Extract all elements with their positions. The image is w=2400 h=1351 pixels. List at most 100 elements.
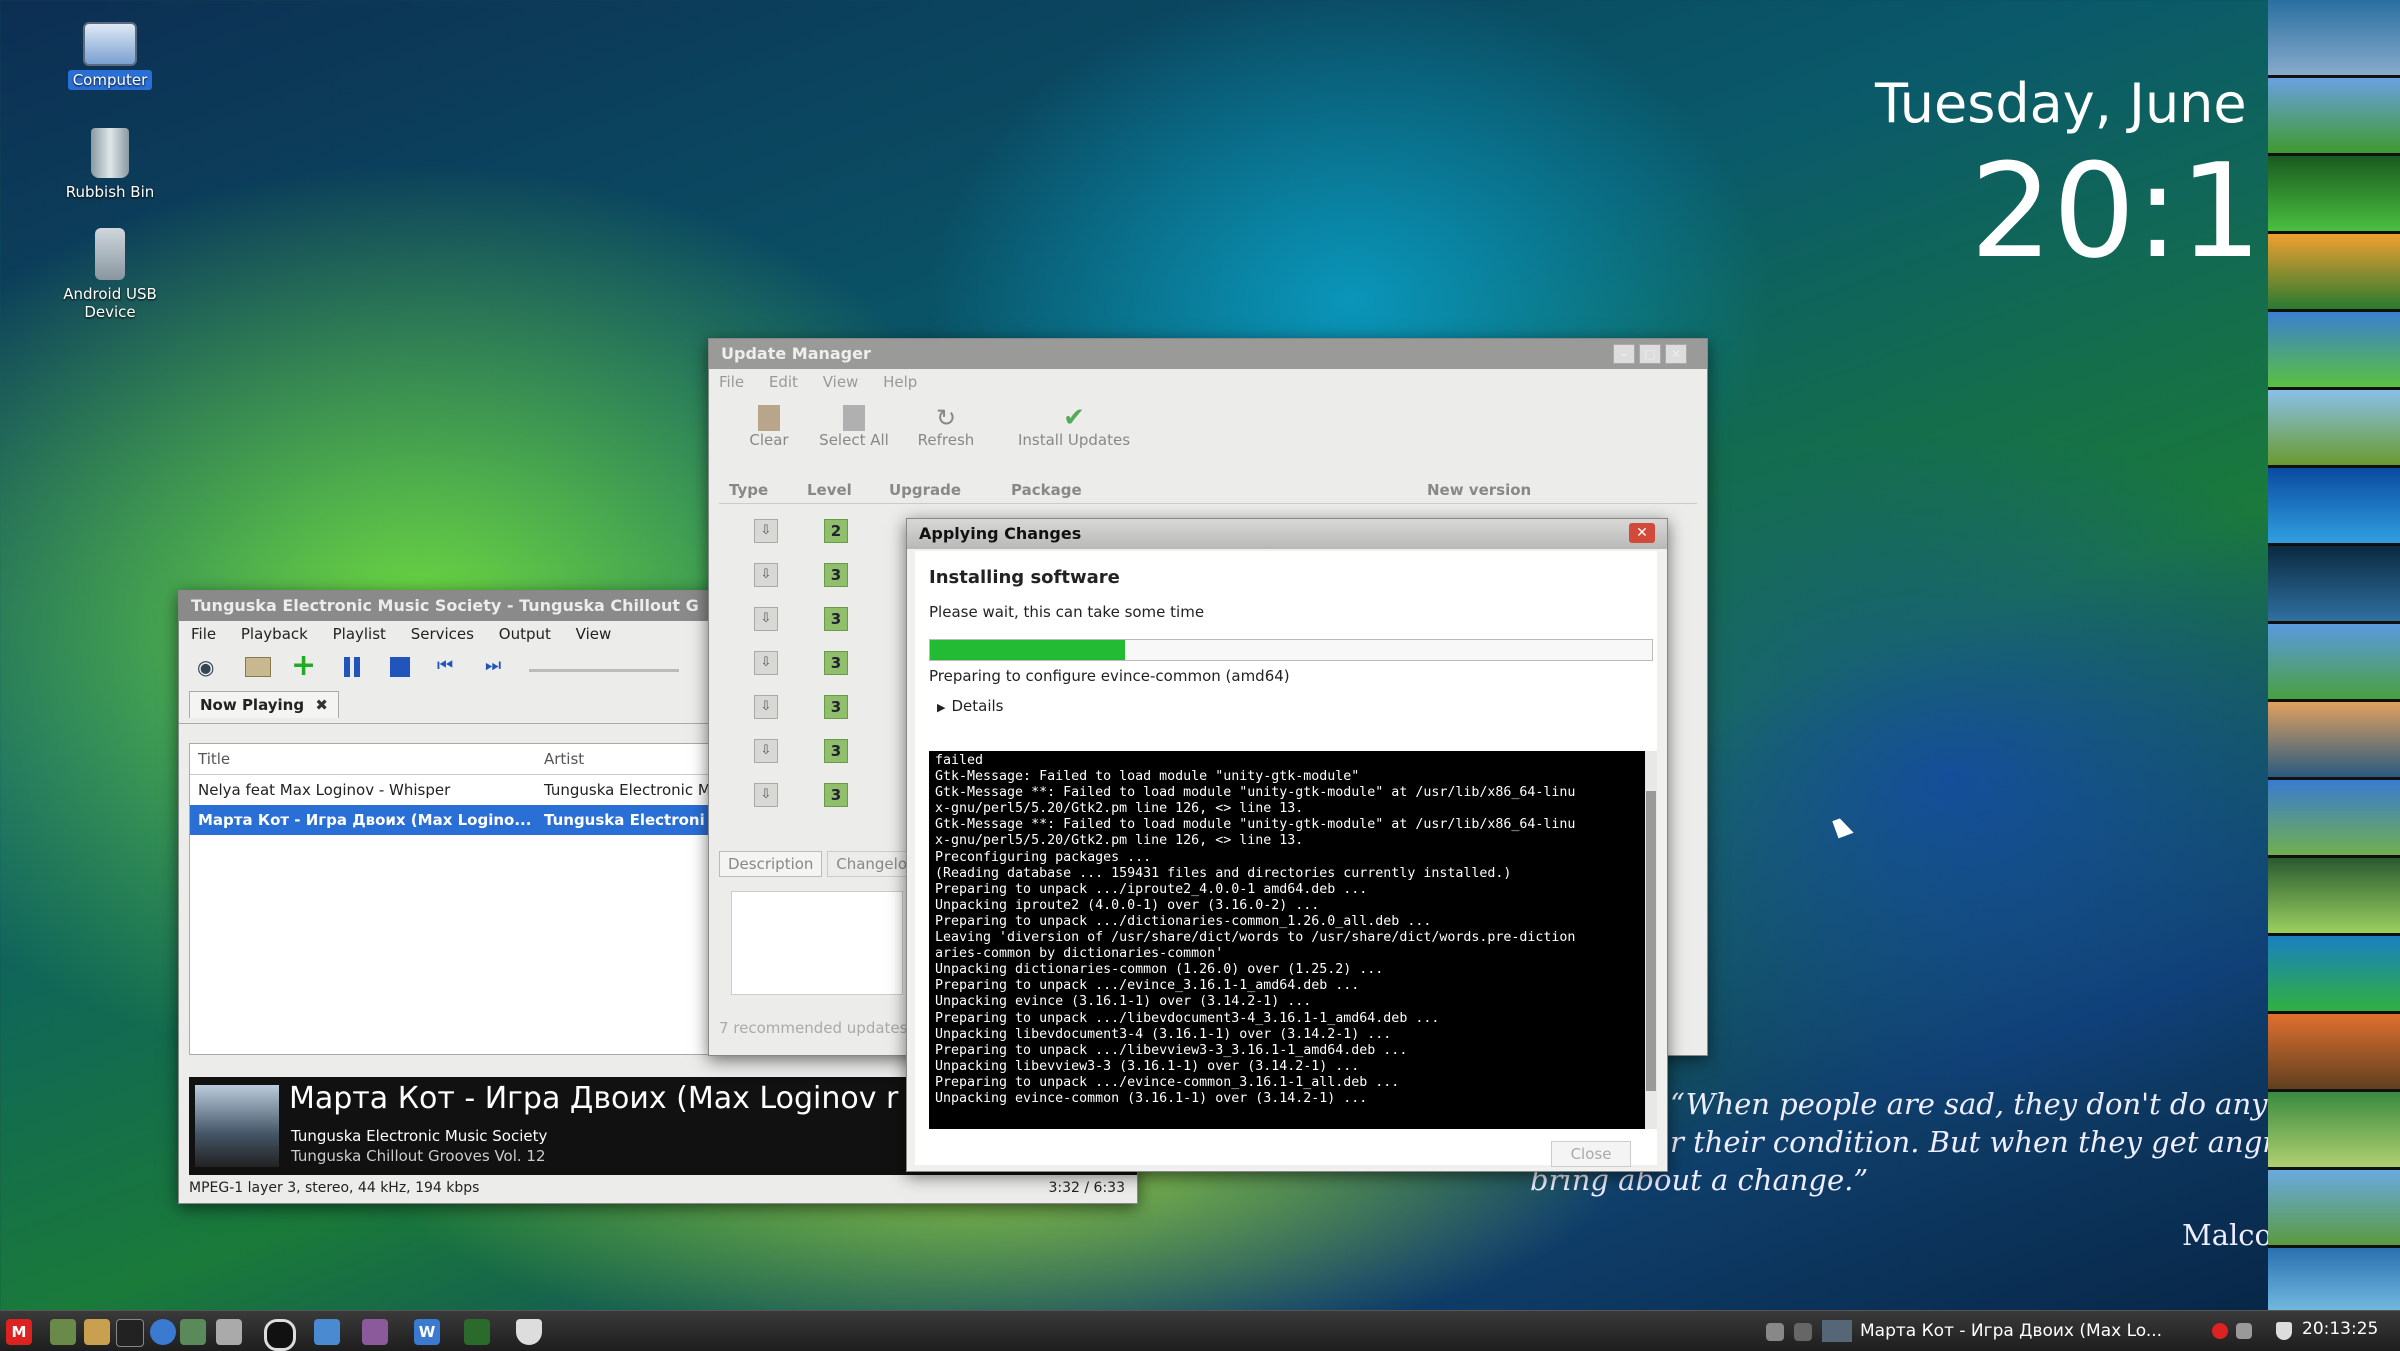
select-all-button[interactable]: Select All	[809, 405, 899, 449]
email-icon[interactable]	[314, 1319, 340, 1345]
details-expander[interactable]: ▶ Details	[937, 697, 1003, 715]
player-menu-file[interactable]: File	[191, 625, 216, 643]
desktop-icon-rubbish-bin[interactable]: Rubbish Bin	[40, 128, 180, 202]
update-row[interactable]: ⇩ 3	[719, 599, 919, 643]
wallpaper-thumbnail[interactable]	[2268, 936, 2400, 1011]
desktop-icon-computer[interactable]: Computer	[40, 16, 180, 90]
calculator-icon[interactable]	[216, 1319, 242, 1345]
menu-edit[interactable]: Edit	[769, 373, 798, 391]
close-icon[interactable]: ✕	[1629, 523, 1655, 543]
column-level[interactable]: Level	[807, 477, 852, 503]
wallpaper-thumbnail[interactable]	[2268, 702, 2400, 777]
tab-description[interactable]: Description	[719, 851, 823, 877]
player-menu-view[interactable]: View	[576, 625, 612, 643]
menu-file[interactable]: File	[719, 373, 744, 391]
tool-icon[interactable]	[180, 1319, 206, 1345]
tab-now-playing[interactable]: Now Playing ✖	[189, 691, 339, 718]
update-manager-title-bar[interactable]: Update Manager – □ ✕	[709, 339, 1707, 369]
launcher-icon[interactable]	[50, 1319, 76, 1345]
wallpaper-thumbnail[interactable]	[2268, 1170, 2400, 1245]
terminal-icon[interactable]	[116, 1319, 144, 1347]
wallpaper-thumbnail[interactable]	[2268, 858, 2400, 933]
wallpaper-thumbnail[interactable]	[2268, 468, 2400, 543]
maximize-button[interactable]: □	[1639, 344, 1661, 364]
media-icon[interactable]	[264, 1319, 296, 1351]
dialog-title-bar[interactable]: Applying Changes ✕	[907, 519, 1667, 549]
file-manager-icon[interactable]	[84, 1319, 110, 1345]
tab-changelog[interactable]: Changelo	[827, 851, 916, 877]
update-row[interactable]: ⇩ 3	[719, 687, 919, 731]
wallpaper-thumbnail[interactable]	[2268, 234, 2400, 309]
taskbar-clock[interactable]: 20:13:25	[2302, 1319, 2378, 1339]
column-new-version[interactable]: New version	[1427, 477, 1531, 503]
desktop-icon-android-usb[interactable]: Android USB Device	[40, 228, 180, 322]
add-icon[interactable]: +	[291, 651, 316, 681]
menu-help[interactable]: Help	[883, 373, 917, 391]
wallpaper-thumbnail[interactable]	[2268, 312, 2400, 387]
shield-icon[interactable]	[516, 1319, 542, 1345]
previous-icon[interactable]: ⏮	[437, 655, 453, 676]
wallpaper-thumbnail[interactable]	[2268, 1092, 2400, 1167]
column-artist[interactable]: Artist	[544, 744, 584, 774]
taskbar-task-player[interactable]: Марта Кот - Игра Двоих (Max Lo...	[1822, 1317, 2162, 1345]
wallpaper-thumbnail[interactable]	[2268, 780, 2400, 855]
pause-icon[interactable]	[344, 657, 350, 677]
menu-view[interactable]: View	[823, 373, 859, 391]
wallpaper-thumbnail-strip[interactable]	[2268, 0, 2400, 1323]
wallpaper-thumbnail[interactable]	[2268, 624, 2400, 699]
menu-icon[interactable]: M	[6, 1319, 32, 1345]
refresh-button[interactable]: ↻ Refresh	[911, 405, 981, 449]
chart-icon[interactable]	[362, 1319, 388, 1345]
updates-table-header: Type Level Upgrade Package New version	[719, 477, 1697, 504]
update-row[interactable]: ⇩ 2	[719, 511, 919, 555]
column-package[interactable]: Package	[1011, 477, 1082, 503]
wallpaper-thumbnail[interactable]	[2268, 546, 2400, 621]
applying-changes-dialog[interactable]: Applying Changes ✕ Installing software P…	[906, 518, 1668, 1172]
update-row[interactable]: ⇩ 3	[719, 643, 919, 687]
writer-icon[interactable]: W	[414, 1319, 440, 1345]
wallpaper-thumbnail[interactable]	[2268, 1014, 2400, 1089]
close-button[interactable]: ✕	[1665, 344, 1687, 364]
network-icon[interactable]	[1794, 1323, 1812, 1341]
next-icon[interactable]: ⏭	[485, 655, 501, 676]
browser-icon[interactable]	[150, 1319, 176, 1345]
open-folder-icon[interactable]	[245, 657, 271, 677]
install-updates-button[interactable]: ✔ Install Updates	[1009, 405, 1139, 449]
update-row[interactable]: ⇩ 3	[719, 731, 919, 775]
wallpaper-thumbnail[interactable]	[2268, 390, 2400, 465]
select-all-label: Select All	[819, 431, 889, 449]
desktop-icon-label: Computer	[67, 70, 153, 90]
column-upgrade[interactable]: Upgrade	[889, 477, 961, 503]
update-row[interactable]: ⇩ 3	[719, 775, 919, 819]
close-icon[interactable]: ✖	[315, 696, 328, 714]
record-icon[interactable]	[2212, 1323, 2228, 1339]
wallpaper-thumbnail[interactable]	[2268, 156, 2400, 231]
terminal-scrollbar[interactable]	[1645, 751, 1657, 1129]
scrollbar-thumb[interactable]	[1646, 791, 1656, 1091]
quote-line: “When people are sad, they don't do anyt…	[1670, 1087, 2383, 1121]
close-button[interactable]: Close	[1551, 1141, 1631, 1167]
tab-now-playing-label: Now Playing	[200, 696, 305, 714]
tray-icon[interactable]	[1766, 1323, 1784, 1341]
player-menu-playback[interactable]: Playback	[241, 625, 308, 643]
minimize-button[interactable]: –	[1613, 344, 1635, 364]
player-menu-output[interactable]: Output	[499, 625, 551, 643]
seek-bar[interactable]	[529, 669, 679, 672]
level-badge: 3	[824, 739, 848, 763]
wallpaper-thumbnail[interactable]	[2268, 0, 2400, 75]
update-row[interactable]: ⇩ 3	[719, 555, 919, 599]
install-log-terminal[interactable]: failed Gtk-Message: Failed to load modul…	[929, 751, 1649, 1129]
column-type[interactable]: Type	[729, 477, 768, 503]
search-icon[interactable]: ◉	[197, 655, 223, 679]
player-menu-services[interactable]: Services	[411, 625, 474, 643]
monitor-icon[interactable]	[464, 1319, 490, 1345]
security-icon[interactable]	[2276, 1322, 2292, 1340]
volume-icon[interactable]	[2236, 1323, 2252, 1339]
column-title[interactable]: Title	[198, 744, 230, 774]
wallpaper-thumbnail[interactable]	[2268, 78, 2400, 153]
player-menu-playlist[interactable]: Playlist	[333, 625, 386, 643]
stop-icon[interactable]	[390, 657, 410, 677]
clear-button[interactable]: Clear	[739, 405, 799, 449]
computer-icon	[83, 22, 137, 66]
refresh-icon: ↻	[935, 404, 957, 432]
